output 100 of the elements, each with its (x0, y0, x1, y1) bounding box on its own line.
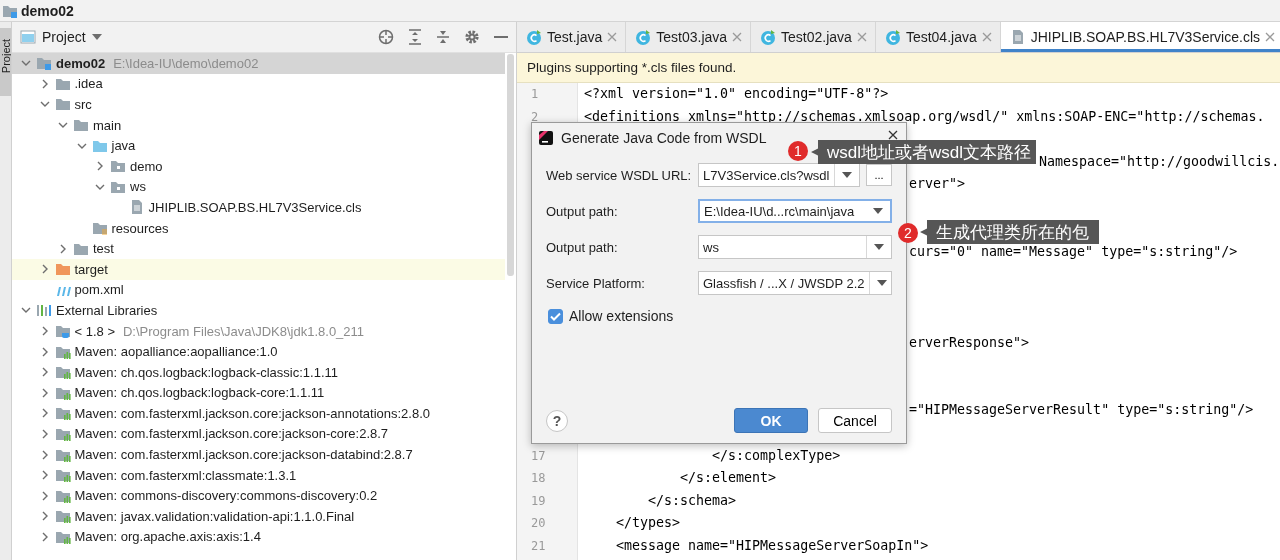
item-label: src (74, 97, 92, 112)
item-label: Maven: ch.qos.logback:logback-core:1.1.11 (74, 385, 325, 401)
callout: 生成代理类所在的包 (920, 220, 1099, 244)
tree-row[interactable]: pom.xml (12, 279, 505, 301)
class-icon (635, 29, 652, 45)
line-number: 21 (531, 538, 546, 553)
combo-box[interactable]: Glassfish / ...X / JWSDP 2.2 (698, 271, 892, 295)
scrollbar[interactable] (507, 54, 514, 276)
caret-icon[interactable] (874, 244, 884, 250)
tab-label: JHIPLIB.SOAP.BS.HL7V3Service.cls (1030, 29, 1261, 45)
item-label: JHIPLIB.SOAP.BS.HL7V3Service.cls (148, 199, 362, 215)
tree-row[interactable]: Maven: javax.validation:validation-api:1.1.0.Final (12, 506, 505, 527)
line-number: 20 (531, 516, 546, 531)
tree-row[interactable]: Maven: ch.qos.logback:logback-core:1.1.11 (12, 382, 505, 404)
tree-row[interactable]: Maven: org.apache.axis:axis:1.4 (12, 526, 505, 548)
item-label: Maven: com.fasterxml:classmate:1.3.1 (74, 467, 297, 483)
tree-row[interactable]: ws (12, 176, 505, 198)
item-label: Maven: javax.validation:validation-api:1.1.0.Final (74, 508, 355, 524)
item-label: main (93, 117, 122, 133)
expand-all-icon[interactable] (408, 29, 422, 45)
tab-label: Test03.java (656, 29, 728, 45)
code-line: </s:element> (679, 470, 777, 486)
code-line: ="HIPMessageServerResult" type="s:string"/> (909, 402, 1254, 418)
collapse-all-icon[interactable] (436, 29, 450, 45)
cancel-button[interactable]: Cancel (818, 408, 892, 433)
tree-row[interactable]: java (12, 135, 505, 156)
editor-tab[interactable]: JHIPLIB.SOAP.BS.HL7V3Service.cls (1000, 22, 1280, 52)
code-line: </s:schema> (647, 492, 737, 508)
tree-row[interactable]: demo02 E:\Idea-IU\demo\demo02 (12, 53, 505, 74)
class-icon (884, 29, 901, 45)
browse-button[interactable]: ... (866, 164, 892, 186)
item-label: Maven: com.fasterxml.jackson.core:jackson-databind:2.8.7 (74, 447, 413, 463)
panel-title[interactable]: Project (42, 29, 86, 45)
tree-row[interactable]: External Libraries (12, 300, 505, 321)
dropdown-icon[interactable] (91, 34, 102, 40)
tree-row[interactable]: Maven: com.fasterxml.jackson.core:jackson-databind:2.8.7 (12, 444, 505, 465)
tree-row[interactable]: test (12, 238, 505, 259)
tree-row[interactable]: Maven: com.fasterxml.jackson.core:jackson-annotations:2.8.0 (12, 403, 505, 424)
code-line: <definitions xmlns="http://schemas.xmlsoap.org/wsdl/" xmlns:SOAP-ENC="http://schemas. (584, 108, 1265, 124)
close-icon[interactable] (888, 130, 898, 140)
item-label: target (74, 261, 108, 277)
tool-window-tab[interactable]: Project (0, 28, 11, 96)
tree-row[interactable]: main (12, 114, 505, 136)
library-icon (54, 508, 71, 525)
field-label: Output path: (546, 239, 619, 255)
item-label: < 1.8 > (74, 323, 115, 339)
path-text: D:\Program Files\Java\JDK8\jdk1.8.0_211 (123, 323, 365, 339)
line-number: 19 (531, 493, 546, 508)
panel-icon (20, 30, 36, 44)
tree-row[interactable]: Maven: aopalliance:aopalliance:1.0 (12, 341, 505, 362)
item-label: Maven: commons-discovery:commons-discovery:0.2 (74, 488, 378, 504)
item-label: Maven: com.fasterxml.jackson.core:jackson-core:2.8.7 (74, 426, 389, 442)
folder-icon (54, 323, 71, 339)
checkbox[interactable] (548, 308, 563, 324)
item-label: demo (130, 158, 163, 174)
line-number: 1 (531, 87, 539, 101)
library-icon (54, 426, 71, 442)
tree-row[interactable]: JHIPLIB.SOAP.BS.HL7V3Service.cls (12, 197, 505, 218)
tree-row[interactable]: src (12, 94, 505, 115)
tab-label: Test.java (547, 29, 603, 45)
caret-icon[interactable] (842, 172, 852, 178)
minimize-icon[interactable] (494, 35, 508, 39)
tree-row[interactable]: target (12, 258, 505, 280)
folder-icon (54, 261, 71, 278)
item-label: Maven: com.fasterxml.jackson.core:jackson-annotations:2.8.0 (74, 405, 430, 421)
tree-row[interactable]: demo (12, 155, 505, 177)
code-line: erver"> (909, 176, 966, 192)
tree-row[interactable]: < 1.8 > D:\Program Files\Java\JDK8\jdk1.8.0_211 (12, 320, 505, 342)
locate-icon[interactable] (378, 29, 394, 45)
ok-button[interactable]: OK (734, 408, 808, 433)
check-icon (550, 311, 561, 321)
code-line: curs="0" name="Message" type="s:string"/> (909, 244, 1238, 260)
item-label: .idea (74, 76, 103, 92)
item-label: resources (111, 220, 169, 236)
combo-box[interactable]: E:\Idea-IU\d...rc\main\java (698, 199, 892, 223)
item-label: External Libraries (56, 302, 158, 318)
field-label: Web service WSDL URL: (546, 167, 693, 183)
caret-icon[interactable] (876, 280, 887, 286)
package-icon (110, 158, 126, 175)
item-label: java (111, 138, 136, 154)
class-icon (760, 29, 777, 45)
tree-row[interactable]: Maven: com.fasterxml.jackson.core:jackson-core:2.8.7 (12, 423, 505, 445)
code-line: Namespace="http://goodwillcis. (1039, 153, 1280, 169)
item-label: pom.xml (74, 282, 124, 298)
line-number: 2 (531, 109, 539, 124)
combo-box[interactable]: ws (698, 235, 892, 259)
folder-icon (91, 220, 108, 237)
tree-row[interactable]: Maven: com.fasterxml:classmate:1.3.1 (12, 464, 505, 486)
settings-icon[interactable] (464, 29, 480, 45)
caret-icon[interactable] (873, 208, 883, 214)
tree-row[interactable]: resources (12, 217, 505, 239)
combo-box[interactable]: L7V3Service.cls?wsdl (698, 163, 860, 187)
tree-row[interactable]: .idea (12, 73, 505, 95)
item-label: Maven: org.apache.axis:axis:1.4 (74, 529, 261, 545)
help-button[interactable]: ? (546, 409, 568, 432)
item-label: Maven: ch.qos.logback:logback-classic:1.1.11 (74, 364, 338, 380)
tab-label: Test02.java (781, 29, 852, 45)
tree-row[interactable]: Maven: ch.qos.logback:logback-classic:1.1.11 (12, 361, 505, 383)
tree-row[interactable]: Maven: commons-discovery:commons-discovery:0.2 (12, 485, 505, 507)
bar-chart-icon (36, 302, 52, 319)
